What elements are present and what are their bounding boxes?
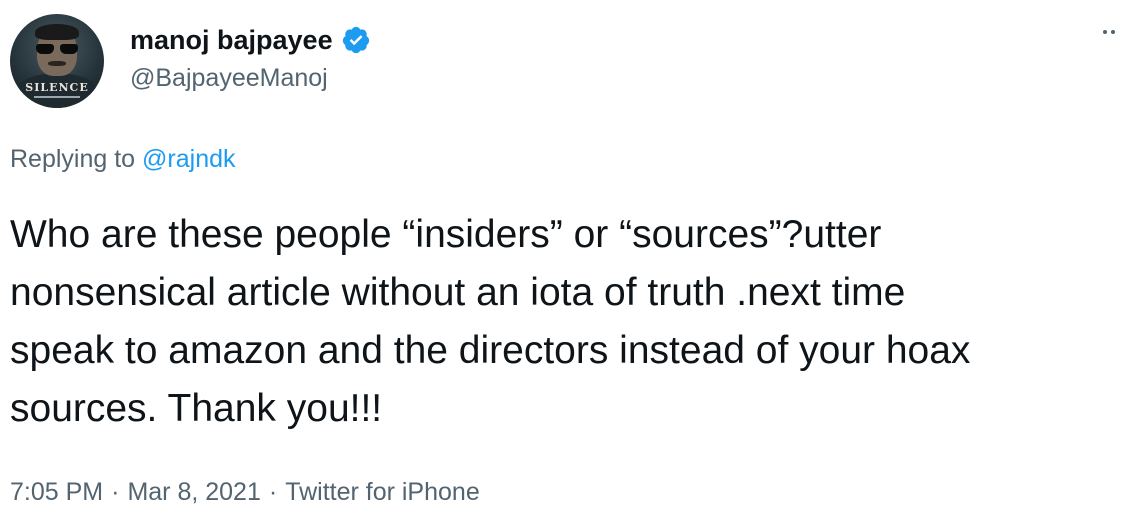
- author-display-name[interactable]: manoj bajpayee: [130, 22, 333, 58]
- avatar[interactable]: SILENCE: [10, 14, 104, 108]
- tweet-date[interactable]: Mar 8, 2021: [127, 478, 260, 506]
- tweet-meta: 7:05 PM · Mar 8, 2021 · Twitter for iPhone: [10, 476, 480, 508]
- replying-to: Replying to @rajndk: [10, 143, 236, 175]
- tweet-text-line: speak to amazon and the directors instea…: [10, 329, 971, 372]
- tweet-text-line: nonsensical article without an iota of t…: [10, 271, 906, 314]
- tweet-source[interactable]: Twitter for iPhone: [285, 478, 480, 506]
- tweet-text-line: sources. Thank you!!!: [10, 387, 383, 430]
- reply-mention-link[interactable]: @rajndk: [142, 145, 235, 173]
- tweet-text: Who are these people “insiders” or “sour…: [10, 206, 1115, 438]
- avatar-sunglasses: [36, 44, 78, 54]
- meta-separator: ·: [111, 478, 120, 506]
- avatar-poster-title: SILENCE: [25, 81, 89, 94]
- more-options-icon[interactable]: [1103, 30, 1115, 34]
- replying-to-label: Replying to: [10, 145, 136, 173]
- meta-separator: ·: [268, 478, 278, 506]
- avatar-hair: [35, 24, 79, 40]
- avatar-mustache: [48, 61, 66, 66]
- tweet-text-line: Who are these people “insiders” or “sour…: [10, 213, 882, 256]
- author-handle[interactable]: @BajpayeeManoj: [130, 62, 328, 94]
- avatar-poster-subtitle: [34, 96, 80, 98]
- author-name-row: manoj bajpayee: [130, 22, 371, 58]
- verified-badge-icon: [342, 26, 369, 54]
- tweet-time[interactable]: 7:05 PM: [10, 478, 103, 506]
- tweet-card: SILENCE manoj bajpayee @BajpayeeManoj Re…: [0, 0, 1129, 525]
